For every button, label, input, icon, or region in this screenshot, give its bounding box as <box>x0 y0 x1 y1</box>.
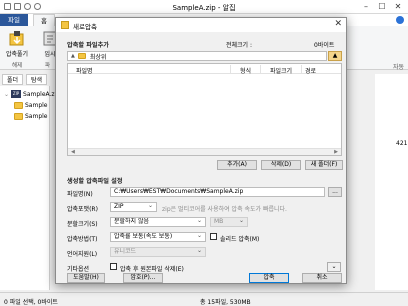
format-label: 압축포맷(R) <box>67 206 98 213</box>
minimize-icon[interactable]: – <box>358 0 374 13</box>
up-arrow-icon: ▲ <box>71 53 75 59</box>
file-list-area <box>375 74 408 290</box>
total-size-value: 0바이트 <box>314 42 335 49</box>
file-list-header: 파일명 형식 파일크기 경로 <box>68 64 341 75</box>
ribbon-group-label-2: 파 <box>45 63 51 69</box>
dialog-title: 새로압축 <box>73 23 97 31</box>
cancel-button[interactable]: 취소 <box>302 273 342 283</box>
folder-icon <box>77 53 86 59</box>
method-select[interactable]: 압축률 보통(속도 보통) <box>110 232 206 242</box>
help-icon[interactable] <box>396 16 404 24</box>
tab-search[interactable]: 탐색 <box>26 74 48 85</box>
tree-item-label: Sample <box>25 101 48 109</box>
window-title: SampleA.zip - 알집 <box>172 4 236 12</box>
maximize-icon[interactable]: ☐ <box>374 0 390 13</box>
browse-button[interactable]: ... <box>328 187 342 197</box>
lang-label: 언어지원(L) <box>67 251 98 258</box>
solid-checkbox[interactable] <box>210 233 217 240</box>
filename-label: 파일명(N) <box>67 191 93 198</box>
dialog-title-bar: 새로압축 ✕ <box>56 18 346 32</box>
password-button[interactable]: 암호(P)... <box>123 273 163 283</box>
split-label: 분할크기(S) <box>67 221 98 228</box>
collapse-icon[interactable]: ⌄ <box>4 91 9 98</box>
tree-item[interactable]: Sample <box>14 111 48 121</box>
path-text: 최상위 <box>89 53 107 61</box>
tree-item[interactable]: Sample <box>14 100 48 110</box>
delete-button[interactable]: 삭제(D) <box>261 160 301 170</box>
extract-icon <box>8 29 26 47</box>
compress-button[interactable]: 압축 <box>249 273 289 283</box>
delete-original-checkbox[interactable] <box>110 263 117 270</box>
folder-icon <box>14 101 23 109</box>
new-folder-button[interactable]: 새 폴더(F) <box>305 160 343 170</box>
help-button[interactable]: 도움말(H) <box>67 273 105 283</box>
lang-select: 유니코드 <box>110 247 206 257</box>
extract-button[interactable]: 압축풀기 <box>3 29 31 58</box>
split-select[interactable]: 분할하지 않음 <box>110 217 206 227</box>
window-controls: – ☐ ✕ <box>358 0 406 13</box>
extract-label: 압축풀기 <box>5 51 29 58</box>
add-button[interactable]: 추가(A) <box>217 160 257 170</box>
file-list[interactable]: 파일명 형식 파일크기 경로 ◀ ▶ <box>67 63 342 156</box>
format-description: zip은 멀티코어를 사용하여 압축 속도가 빠릅니다. <box>162 206 287 213</box>
new-archive-dialog: 새로압축 ✕ 압축할 파일추가 전체크기 : 0바이트 ▲ 최상위 ▲ 파일명 … <box>55 17 347 284</box>
status-selection: 0 파일 선택, 0바이트 <box>4 299 58 306</box>
folder-icon <box>14 112 23 120</box>
column-path[interactable]: 경로 <box>305 66 316 75</box>
tab-folder[interactable]: 폴더 <box>2 74 24 85</box>
format-select[interactable]: ZIP <box>110 202 157 212</box>
tree-root[interactable]: ⌄ ZIP SampleA.z <box>4 89 55 99</box>
other-options-label: 기타옵션 <box>67 266 90 273</box>
scroll-right-icon[interactable]: ▶ <box>334 149 338 155</box>
method-label: 압축방법(T) <box>67 236 98 243</box>
solid-label: 솔리드 압축(M) <box>220 236 260 243</box>
tab-home[interactable]: 홈 <box>33 14 55 26</box>
main-title-bar: SampleA.zip - 알집 – ☐ ✕ <box>0 0 408 14</box>
folder-tree: ⌄ ZIP SampleA.z Sample Sample <box>0 86 55 290</box>
more-options-button[interactable]: ⌄ <box>327 262 341 272</box>
tree-root-label: SampleA.z <box>23 90 55 98</box>
add-files-label: 압축할 파일추가 <box>67 42 110 49</box>
filename-field[interactable]: C:₩Users₩EST₩Documents₩SampleA.zip <box>110 187 325 197</box>
column-size[interactable]: 파일크기 <box>270 66 292 75</box>
ribbon-group-label-1: 해제 <box>12 63 23 69</box>
archive-icon <box>61 21 69 29</box>
parent-folder-button[interactable]: ▲ <box>328 51 342 61</box>
path-bar[interactable]: ▲ 최상위 <box>67 51 327 61</box>
tree-item-label: Sample <box>25 112 48 120</box>
status-total: 총 15파일, 530MB <box>200 299 251 306</box>
horizontal-scrollbar[interactable]: ◀ ▶ <box>68 148 341 155</box>
scroll-left-icon[interactable]: ◀ <box>71 149 75 155</box>
settings-label: 생성할 압축파일 설정 <box>67 178 123 185</box>
close-icon[interactable]: ✕ <box>390 0 406 13</box>
ribbon-auto-label: 자동 <box>392 64 404 71</box>
status-bar: 0 파일 선택, 0바이트 총 15파일, 530MB <box>0 292 408 306</box>
column-filename[interactable]: 파일명 <box>76 66 93 75</box>
tab-file[interactable]: 파일 <box>0 14 28 26</box>
column-type[interactable]: 형식 <box>240 66 251 75</box>
delete-original-label: 압축 후 원본파일 삭제(E) <box>120 266 184 273</box>
total-size-label: 전체크기 : <box>226 42 253 49</box>
file-list-value: 421 <box>396 140 408 147</box>
panel-tabs: 폴더 탐색 <box>0 74 50 86</box>
split-unit-select: MB <box>210 217 248 227</box>
close-icon[interactable]: ✕ <box>334 19 342 29</box>
zip-icon: ZIP <box>11 90 22 98</box>
